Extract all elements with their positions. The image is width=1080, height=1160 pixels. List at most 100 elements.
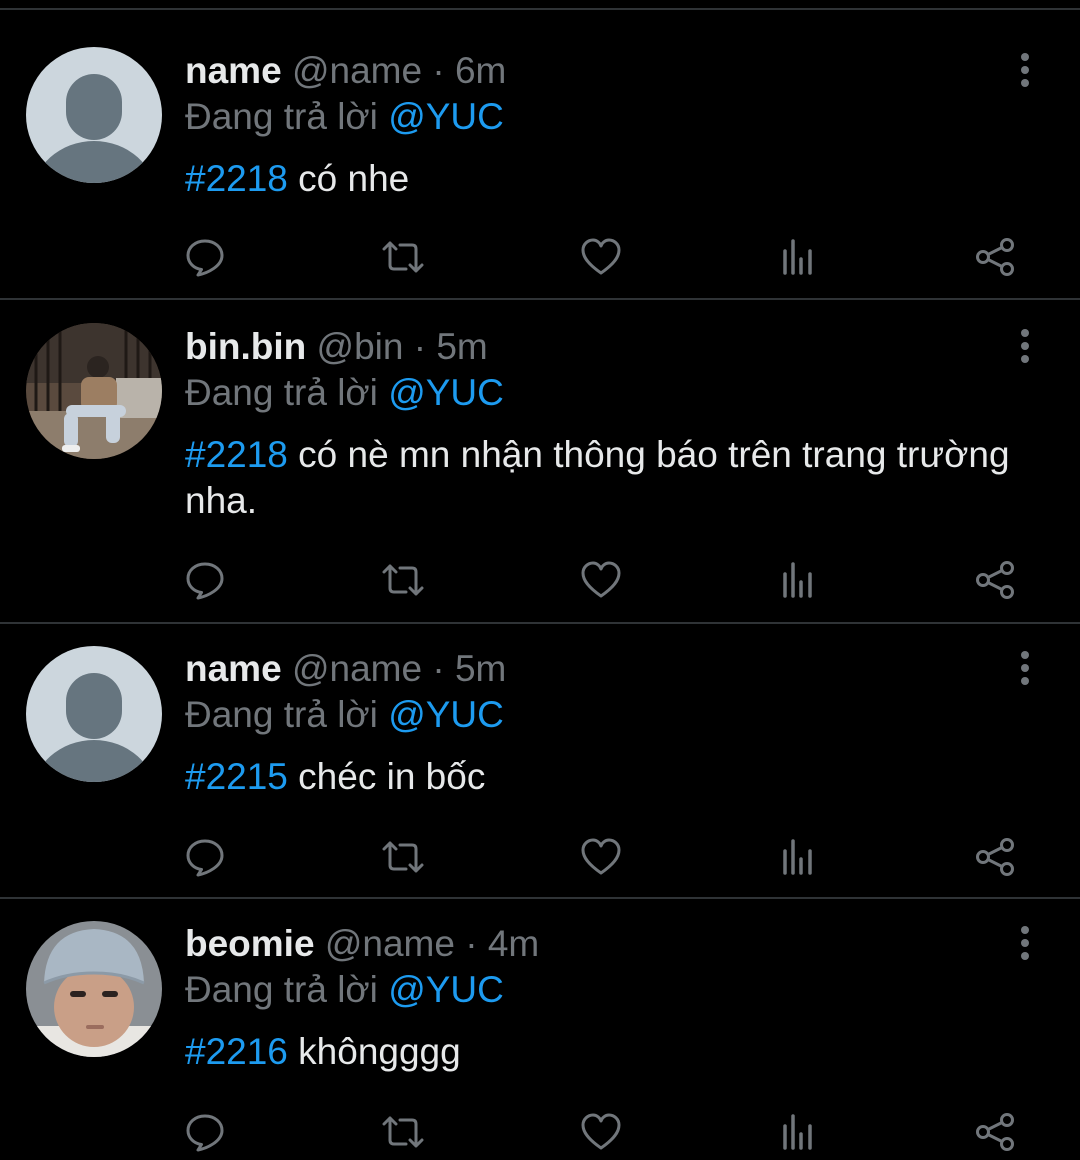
top-divider	[0, 0, 1080, 10]
tweet-item[interactable]: name @name · 5m Đang trả lời @YUC #2215 …	[0, 624, 1080, 899]
tweet-text: #2216 khôngggg	[185, 1029, 1010, 1075]
share-button[interactable]	[970, 832, 1020, 882]
timestamp[interactable]: 6m	[455, 50, 506, 91]
share-icon	[976, 238, 1014, 276]
retweet-button[interactable]	[378, 832, 428, 882]
avatar[interactable]	[26, 323, 162, 459]
retweet-button[interactable]	[378, 1107, 428, 1157]
reply-mention-link[interactable]: @YUC	[388, 969, 504, 1010]
reply-mention-link[interactable]: @YUC	[388, 372, 504, 413]
tweet-text-body: khôngggg	[287, 1031, 461, 1072]
tweet-item[interactable]: beomie @name · 4m Đang trả lời @YUC #221…	[0, 899, 1080, 1160]
more-options-button[interactable]	[1010, 921, 1040, 965]
like-button[interactable]	[576, 1107, 626, 1157]
retweet-button[interactable]	[378, 232, 428, 282]
default-avatar-icon	[26, 646, 162, 782]
reply-icon	[186, 839, 224, 877]
reply-button[interactable]	[180, 232, 230, 282]
avatar[interactable]	[26, 646, 162, 782]
display-name[interactable]: name	[185, 648, 282, 689]
like-button[interactable]	[576, 232, 626, 282]
timestamp[interactable]: 5m	[455, 648, 506, 689]
retweet-icon	[382, 241, 424, 273]
timestamp[interactable]: 5m	[436, 326, 487, 367]
share-icon	[976, 561, 1014, 599]
share-icon	[976, 838, 1014, 876]
photo-avatar-beanie-person	[26, 921, 162, 1057]
hashtag-link[interactable]: #2216	[185, 1031, 288, 1072]
more-vertical-icon	[1021, 651, 1029, 685]
tweet-content: beomie @name · 4m Đang trả lời @YUC #221…	[185, 921, 1010, 1075]
reply-context: Đang trả lời @YUC	[185, 370, 1010, 416]
tweet-text: #2218 có nè mn nhận thông báo trên trang…	[185, 432, 1010, 524]
user-handle[interactable]: @bin	[317, 326, 404, 367]
tweet-actions	[180, 1107, 1040, 1157]
more-vertical-icon	[1021, 926, 1029, 960]
avatar[interactable]	[26, 921, 162, 1057]
separator-dot: ·	[432, 648, 445, 689]
tweet-content: name @name · 5m Đang trả lời @YUC #2215 …	[185, 646, 1010, 800]
like-icon	[581, 238, 621, 275]
tweet-text-body: có nhe	[287, 158, 410, 199]
hashtag-link[interactable]: #2218	[185, 158, 288, 199]
like-icon	[581, 838, 621, 875]
tweet-actions	[180, 832, 1040, 882]
more-options-button[interactable]	[1010, 646, 1040, 690]
display-name[interactable]: beomie	[185, 923, 315, 964]
timestamp[interactable]: 4m	[488, 923, 539, 964]
reply-context: Đang trả lời @YUC	[185, 94, 1010, 140]
retweet-icon	[382, 1116, 424, 1148]
reply-button[interactable]	[180, 832, 230, 882]
hashtag-link[interactable]: #2218	[185, 434, 288, 475]
separator-dot: ·	[432, 50, 445, 91]
retweet-icon	[382, 564, 424, 596]
like-icon	[581, 1113, 621, 1150]
photo-avatar-sitting-person	[26, 323, 162, 459]
tweet-item[interactable]: name @name · 6m Đang trả lời @YUC #2218 …	[0, 10, 1080, 300]
separator-dot: ·	[413, 326, 427, 367]
tweet-content: name @name · 6m Đang trả lời @YUC #2218 …	[185, 48, 1010, 202]
reply-icon	[186, 239, 224, 277]
reply-button[interactable]	[180, 555, 230, 605]
tweet-text-body: có nè mn nhận thông báo trên trang trườn…	[185, 434, 1010, 521]
share-button[interactable]	[970, 232, 1020, 282]
avatar[interactable]	[26, 47, 162, 183]
views-icon	[783, 839, 812, 875]
views-icon	[783, 1114, 812, 1150]
views-button[interactable]	[774, 232, 824, 282]
reply-mention-link[interactable]: @YUC	[388, 96, 504, 137]
separator-dot: ·	[465, 923, 478, 964]
reply-button[interactable]	[180, 1107, 230, 1157]
tweet-item[interactable]: bin.bin @bin · 5m Đang trả lời @YUC #221…	[0, 300, 1080, 624]
reply-context: Đang trả lời @YUC	[185, 692, 1010, 738]
hashtag-link[interactable]: #2215	[185, 756, 288, 797]
retweet-icon	[382, 841, 424, 873]
views-button[interactable]	[774, 555, 824, 605]
reply-context: Đang trả lời @YUC	[185, 967, 1010, 1013]
reply-mention-link[interactable]: @YUC	[388, 694, 504, 735]
share-button[interactable]	[970, 555, 1020, 605]
share-icon	[976, 1113, 1014, 1151]
user-handle[interactable]: @name	[292, 50, 422, 91]
more-options-button[interactable]	[1010, 324, 1040, 368]
reply-prefix: Đang trả lời	[185, 969, 378, 1010]
like-button[interactable]	[576, 555, 626, 605]
display-name[interactable]: name	[185, 50, 282, 91]
user-handle[interactable]: @name	[325, 923, 455, 964]
tweet-header: name @name · 5m	[185, 646, 1010, 692]
views-button[interactable]	[774, 1107, 824, 1157]
reply-prefix: Đang trả lời	[185, 694, 378, 735]
more-options-button[interactable]	[1010, 48, 1040, 92]
tweet-header: name @name · 6m	[185, 48, 1010, 94]
user-handle[interactable]: @name	[292, 648, 422, 689]
reply-icon	[186, 1114, 224, 1152]
retweet-button[interactable]	[378, 555, 428, 605]
tweet-text: #2218 có nhe	[185, 156, 1010, 202]
share-button[interactable]	[970, 1107, 1020, 1157]
tweet-header: beomie @name · 4m	[185, 921, 1010, 967]
display-name[interactable]: bin.bin	[185, 326, 306, 367]
reply-icon	[186, 562, 224, 600]
like-button[interactable]	[576, 832, 626, 882]
views-icon	[783, 562, 812, 598]
views-button[interactable]	[774, 832, 824, 882]
